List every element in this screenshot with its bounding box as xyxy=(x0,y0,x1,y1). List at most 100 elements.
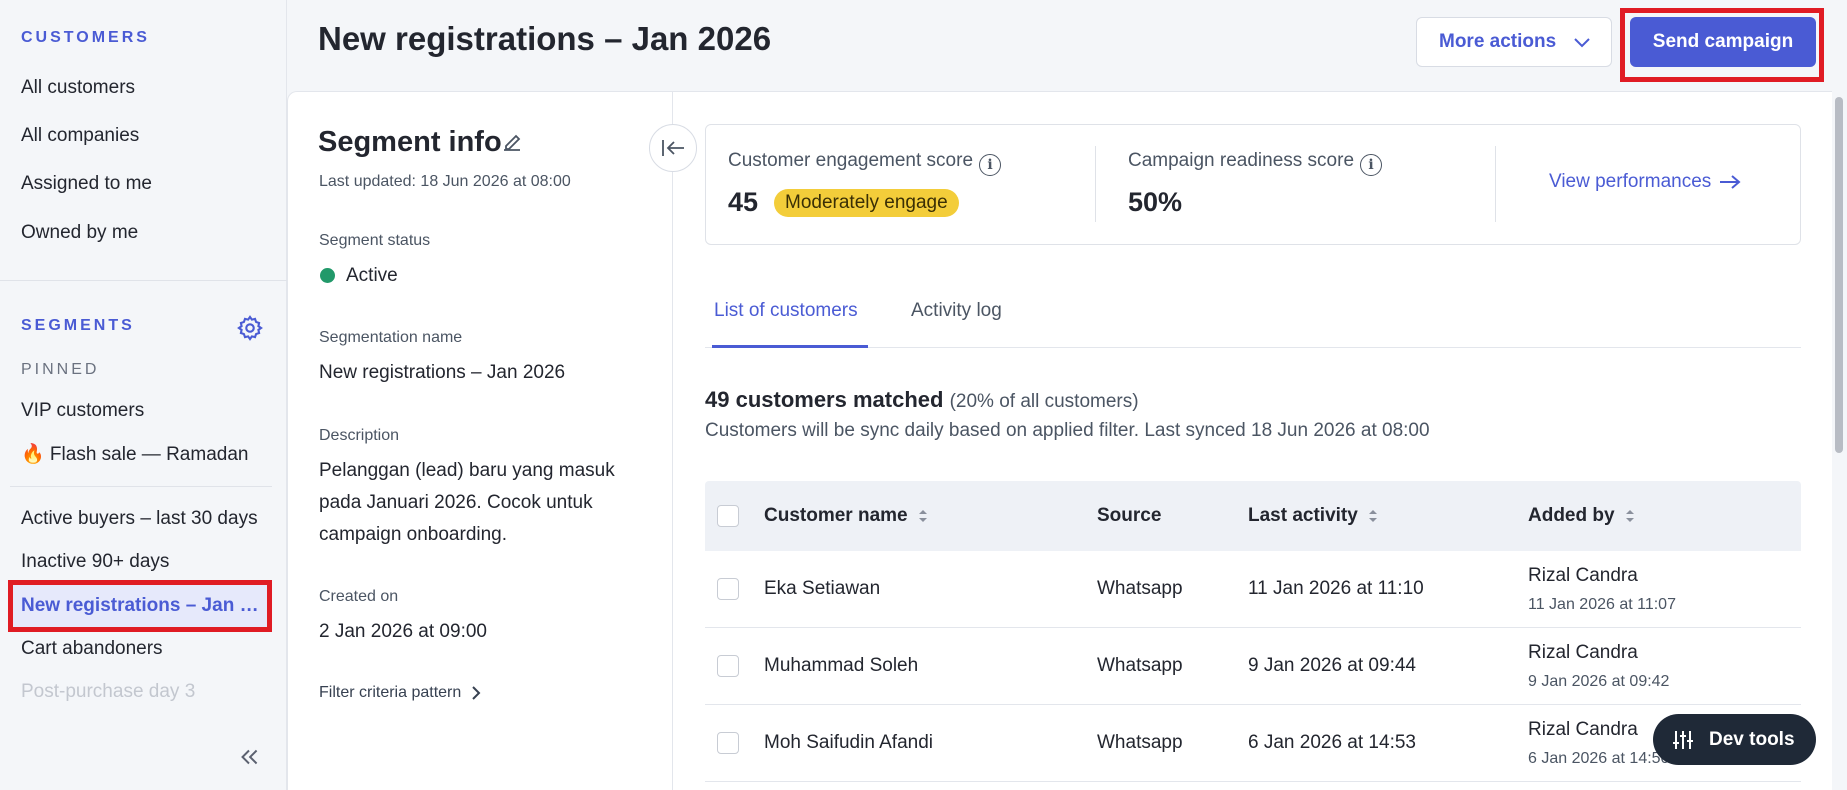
created-on-value: 2 Jan 2026 at 09:00 xyxy=(319,621,487,642)
added-at: 6 Jan 2026 at 14:50 xyxy=(1528,750,1670,767)
active-tab-indicator xyxy=(712,345,868,348)
sort-icon xyxy=(1368,510,1377,522)
last-activity: 9 Jan 2026 at 09:44 xyxy=(1248,655,1416,676)
sidebar-item-vip-customers[interactable]: VIP customers xyxy=(21,400,261,422)
engagement-score-value: 45 xyxy=(728,187,759,217)
row-checkbox[interactable] xyxy=(717,732,739,754)
sync-note: Customers will be sync daily based on ap… xyxy=(705,420,1430,441)
segments-heading: SEGMENTS xyxy=(21,317,135,334)
readiness-score-text: Campaign readiness score xyxy=(1128,150,1355,171)
added-by: Rizal Candra xyxy=(1528,719,1638,740)
more-actions-label: More actions xyxy=(1439,31,1557,52)
send-campaign-button[interactable]: Send campaign xyxy=(1630,17,1816,67)
info-icon[interactable]: i xyxy=(979,154,1002,176)
column-customer-name[interactable]: Customer name xyxy=(764,505,928,527)
added-at: 9 Jan 2026 at 09:42 xyxy=(1528,673,1670,690)
table-header: Customer name Source Last activity Added… xyxy=(705,481,1801,551)
segmentation-name-value: New registrations – Jan 2026 xyxy=(319,362,566,383)
added-at: 11 Jan 2026 at 11:07 xyxy=(1528,596,1676,613)
customers-heading: CUSTOMERS xyxy=(21,29,150,46)
engagement-score-text: Customer engagement score xyxy=(728,150,974,171)
customer-name[interactable]: Muhammad Soleh xyxy=(764,655,918,677)
view-performances-link[interactable]: View performances xyxy=(1549,171,1741,193)
more-actions-button[interactable]: More actions xyxy=(1416,17,1612,67)
collapse-panel-button[interactable] xyxy=(649,124,697,172)
table-row[interactable]: Moh Saifudin Afandi Whatsapp 6 Jan 2026 … xyxy=(705,705,1801,782)
sort-icon xyxy=(1625,510,1634,522)
sidebar-divider xyxy=(0,280,287,281)
segment-status-label: Segment status xyxy=(319,232,431,249)
score-divider xyxy=(1495,146,1496,222)
table-row[interactable]: Muhammad Soleh Whatsapp 9 Jan 2026 at 09… xyxy=(705,628,1801,705)
filter-criteria-link[interactable]: Filter criteria pattern xyxy=(319,684,481,702)
chevron-down-icon xyxy=(1574,38,1590,48)
engagement-badge: Moderately engage xyxy=(774,189,959,217)
sort-icon xyxy=(918,510,927,522)
tabs-divider xyxy=(705,347,1801,348)
created-on-label: Created on xyxy=(319,588,399,605)
sidebar-item-all-companies[interactable]: All companies xyxy=(21,125,261,147)
app: CUSTOMERS All customers All companies As… xyxy=(0,0,1847,790)
collapse-sidebar-icon[interactable] xyxy=(236,744,262,770)
engagement-score-label: Customer engagement score i xyxy=(728,150,1002,176)
tab-list-of-customers[interactable]: List of customers xyxy=(714,300,858,322)
column-label: Added by xyxy=(1528,505,1615,526)
last-activity: 11 Jan 2026 at 11:10 xyxy=(1248,578,1424,599)
matched-summary: 49 customers matched (20% of all custome… xyxy=(705,387,1139,413)
pinned-heading: PINNED xyxy=(21,361,100,378)
description-label: Description xyxy=(319,427,400,444)
dev-tools-label: Dev tools xyxy=(1709,728,1795,750)
select-all-checkbox[interactable] xyxy=(717,505,739,527)
segmentation-name-label: Segmentation name xyxy=(319,329,463,346)
dev-tools-button[interactable]: Dev tools xyxy=(1653,714,1816,765)
sidebar-item-flash-sale[interactable]: 🔥 Flash sale — Ramadan xyxy=(21,442,261,466)
scrollbar[interactable] xyxy=(1835,97,1843,453)
segment-status-value: Active xyxy=(346,265,398,286)
tab-activity-log[interactable]: Activity log xyxy=(911,300,1002,322)
page-title: New registrations – Jan 2026 xyxy=(318,20,772,57)
source: Whatsapp xyxy=(1097,732,1183,753)
sidebar-item-inactive-90[interactable]: Inactive 90+ days xyxy=(21,551,261,573)
score-divider xyxy=(1095,146,1096,222)
description-value: Pelanggan (lead) baru yang masuk pada Ja… xyxy=(319,460,615,545)
chevron-right-icon xyxy=(472,686,481,700)
readiness-score-value: 50% xyxy=(1128,187,1183,217)
arrow-right-icon xyxy=(1720,175,1741,189)
sidebar-item-label: New registrations – Jan 2026 xyxy=(21,595,259,616)
column-source: Source xyxy=(1097,505,1161,527)
edit-pencil-icon[interactable] xyxy=(500,130,524,154)
sidebar: CUSTOMERS All customers All companies As… xyxy=(0,0,287,790)
segment-info-title: Segment info xyxy=(318,126,502,158)
readiness-score-label: Campaign readiness score i xyxy=(1128,150,1383,176)
sidebar-item-post-purchase[interactable]: Post-purchase day 3 xyxy=(21,681,261,703)
column-last-activity[interactable]: Last activity xyxy=(1248,505,1378,527)
added-by: Rizal Candra xyxy=(1528,642,1638,663)
sidebar-item-new-registrations[interactable]: New registrations – Jan 2026 xyxy=(8,580,272,632)
column-added-by[interactable]: Added by xyxy=(1528,505,1635,527)
matched-count: 49 customers matched xyxy=(705,387,944,412)
filter-criteria-label: Filter criteria pattern xyxy=(319,684,462,701)
sidebar-item-owned-by-me[interactable]: Owned by me xyxy=(21,222,261,244)
column-label: Last activity xyxy=(1248,505,1358,526)
sidebar-item-all-customers[interactable]: All customers xyxy=(21,77,261,99)
sidebar-item-cart-abandoners[interactable]: Cart abandoners xyxy=(21,638,261,660)
pinned-divider xyxy=(10,486,272,487)
column-label: Customer name xyxy=(764,505,908,526)
collapse-left-icon xyxy=(662,140,684,156)
source: Whatsapp xyxy=(1097,655,1183,676)
customer-name[interactable]: Moh Saifudin Afandi xyxy=(764,732,933,754)
sidebar-item-active-buyers[interactable]: Active buyers – last 30 days xyxy=(21,508,261,530)
customer-name[interactable]: Eka Setiawan xyxy=(764,578,880,600)
column-label: Source xyxy=(1097,505,1162,526)
sidebar-item-assigned-to-me[interactable]: Assigned to me xyxy=(21,173,261,195)
segments-settings-gear-icon[interactable] xyxy=(236,314,264,342)
table-row[interactable]: Eka Setiawan Whatsapp 11 Jan 2026 at 11:… xyxy=(705,551,1801,628)
status-dot xyxy=(320,268,335,283)
info-icon[interactable]: i xyxy=(1360,154,1383,176)
row-checkbox[interactable] xyxy=(717,655,739,677)
last-updated: Last updated: 18 Jun 2026 at 08:00 xyxy=(319,173,571,190)
last-activity: 6 Jan 2026 at 14:53 xyxy=(1248,732,1416,753)
sliders-icon xyxy=(1673,730,1693,749)
source: Whatsapp xyxy=(1097,578,1183,599)
row-checkbox[interactable] xyxy=(717,578,739,600)
